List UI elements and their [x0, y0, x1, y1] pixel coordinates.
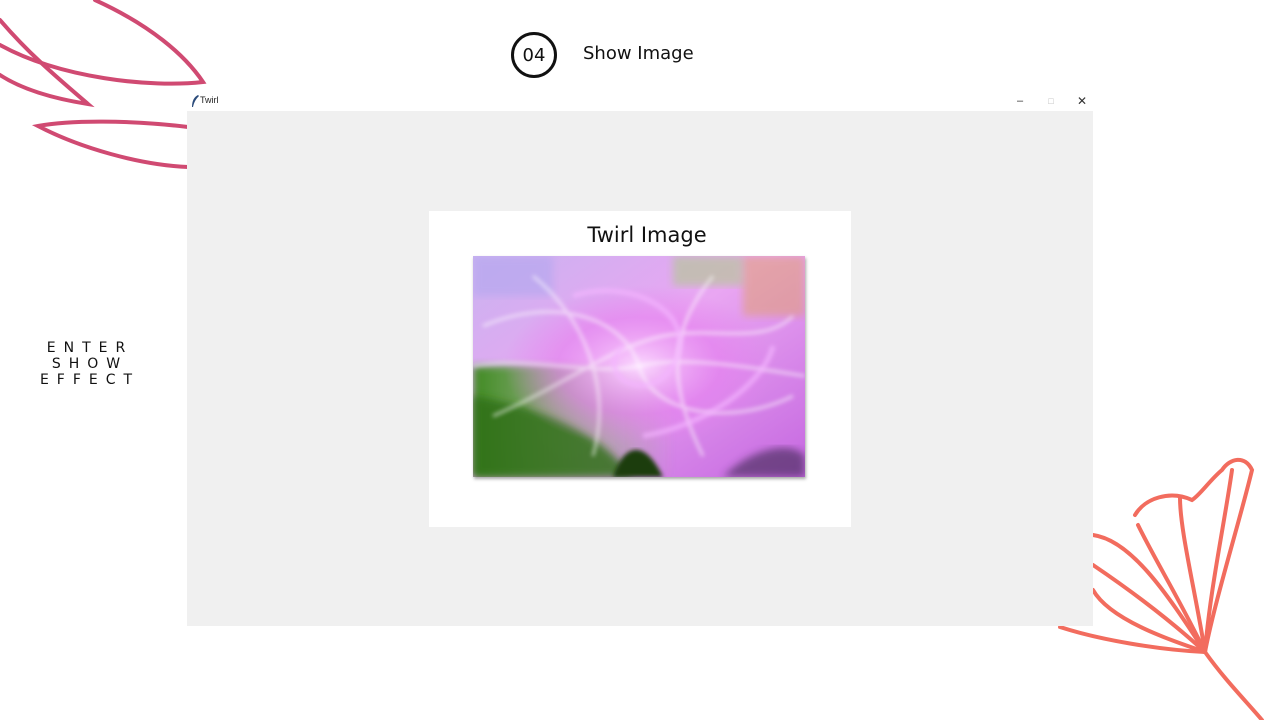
step-number: 04: [522, 44, 546, 66]
step-title: Show Image: [583, 43, 694, 64]
left-leaves: [0, 0, 207, 169]
side-caption-line2: EFFECT: [39, 372, 141, 388]
close-button[interactable]: ✕: [1067, 91, 1097, 111]
step-number-badge: 04: [511, 32, 557, 78]
close-icon: ✕: [1076, 94, 1088, 108]
twirl-image: [473, 256, 805, 477]
twirl-image-graphic: [473, 256, 805, 477]
maximize-icon: □: [1048, 96, 1054, 106]
minimize-icon: –: [1016, 95, 1024, 107]
window-title: Twirl: [200, 95, 219, 105]
image-card: Twirl Image: [429, 211, 851, 527]
maximize-button[interactable]: □: [1036, 91, 1066, 111]
minimize-button[interactable]: –: [1005, 91, 1035, 111]
window-titlebar[interactable]: Twirl – □ ✕: [187, 91, 1093, 111]
card-title: Twirl Image: [587, 223, 707, 247]
side-caption-line1: ENTER SHOW: [46, 340, 134, 372]
side-caption: ENTER SHOW EFFECT: [10, 340, 170, 388]
app-window: Twirl – □ ✕ Twirl Image: [187, 91, 1093, 626]
